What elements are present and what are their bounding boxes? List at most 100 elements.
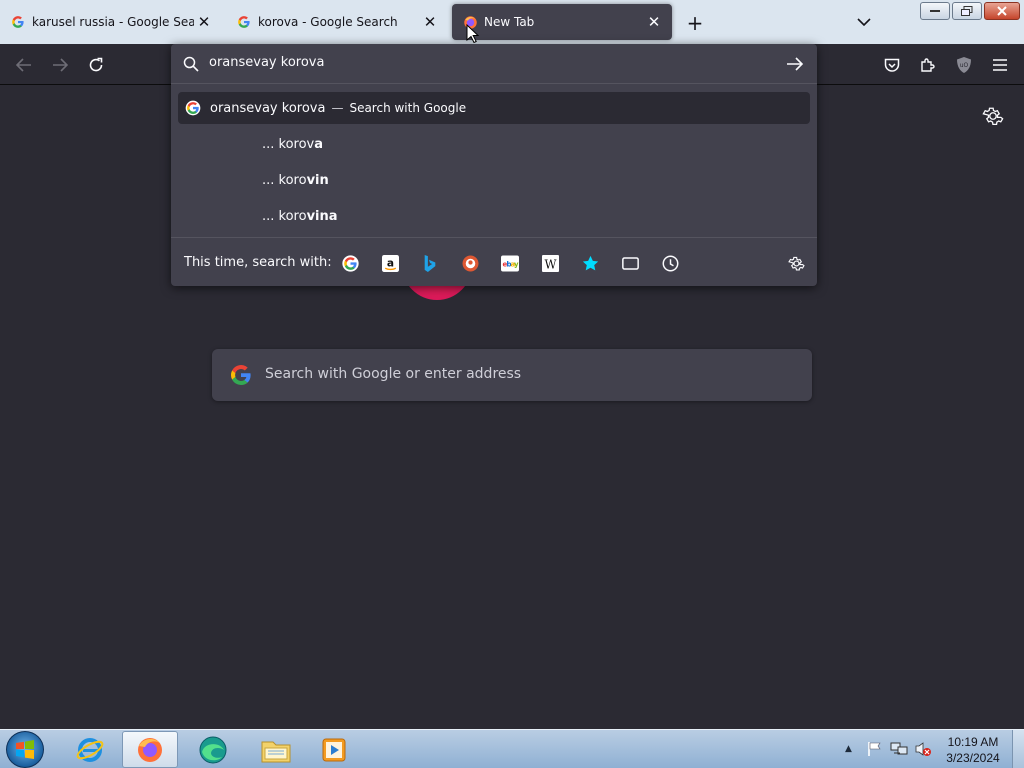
mouse-cursor-icon <box>466 24 480 44</box>
google-icon <box>10 14 26 30</box>
tab-title: New Tab <box>484 15 535 29</box>
google-icon <box>236 14 252 30</box>
gear-icon <box>982 107 1004 125</box>
go-arrow-icon[interactable] <box>786 56 804 72</box>
newtab-search-box[interactable]: Search with Google or enter address <box>212 349 812 401</box>
suggestion-completion: vina <box>306 209 338 224</box>
back-arrow-icon <box>16 58 31 72</box>
window-controls <box>920 2 1020 20</box>
show-desktop-button[interactable] <box>1012 730 1024 768</box>
taskbar-edge[interactable] <box>185 731 241 768</box>
svg-text:uO: uO <box>960 62 969 69</box>
ublock-shield-icon: uO <box>957 57 971 73</box>
edge-icon <box>199 736 227 763</box>
newtab-search-placeholder: Search with Google or enter address <box>265 366 522 382</box>
search-suggestion[interactable]: ... korovina <box>262 209 338 224</box>
tab-korova[interactable]: korova - Google Search ✕ <box>226 4 448 40</box>
search-bookmarks-button[interactable] <box>579 252 601 274</box>
result-query-text: oransevay korova <box>210 100 326 116</box>
engine-bing-button[interactable] <box>419 252 441 274</box>
clock-date: 3/23/2024 <box>946 751 1000 765</box>
gear-icon <box>787 256 805 271</box>
taskbar-file-explorer[interactable] <box>248 731 304 768</box>
suggestion-prefix: ... koro <box>262 173 307 188</box>
system-clock[interactable]: 10:19 AM 3/23/2024 <box>940 734 1006 766</box>
close-window-button[interactable] <box>984 2 1020 20</box>
suggestion-prefix: ... korov <box>262 137 315 152</box>
windows-taskbar: ▲ 10:19 AM 3/23/2024 <box>0 729 1024 768</box>
urlbar <box>171 44 817 84</box>
tab-strip: karusel russia - Google Search ✕ korova … <box>0 0 1024 44</box>
engine-ebay-button[interactable]: ebay <box>499 252 521 274</box>
clock-time: 10:19 AM <box>947 735 999 749</box>
search-settings-button[interactable] <box>785 252 807 274</box>
close-icon <box>997 6 1007 16</box>
bing-icon <box>424 254 436 272</box>
list-all-tabs-button[interactable] <box>852 12 876 32</box>
reload-icon <box>89 57 103 72</box>
back-button[interactable] <box>10 52 38 78</box>
volume-muted-icon[interactable] <box>914 741 932 757</box>
engine-amazon-button[interactable]: a <box>379 252 401 274</box>
wikipedia-icon: W <box>541 254 559 272</box>
urlbar-results-panel: oransevay korova — Search with Google ..… <box>171 44 817 286</box>
taskbar-firefox[interactable] <box>122 731 178 768</box>
svg-text:W: W <box>544 257 556 271</box>
engine-duckduckgo-button[interactable] <box>459 252 481 274</box>
close-tab-icon[interactable]: ✕ <box>420 12 440 32</box>
taskbar-media-player[interactable] <box>306 731 362 768</box>
tab-title: karusel russia - Google Search <box>32 15 194 29</box>
engine-google-button[interactable] <box>339 252 361 274</box>
bookmarks-star-icon <box>582 255 598 270</box>
forward-button[interactable] <box>46 52 74 78</box>
search-tabs-button[interactable] <box>619 252 641 274</box>
search-history-button[interactable] <box>659 252 681 274</box>
show-hidden-icons-button[interactable]: ▲ <box>845 744 852 754</box>
action-center-flag-icon[interactable] <box>866 741 884 757</box>
app-menu-button[interactable] <box>988 53 1012 77</box>
amazon-icon: a <box>381 254 399 272</box>
personalize-newtab-button[interactable] <box>982 105 1004 127</box>
windows-logo-icon <box>16 739 34 759</box>
google-icon <box>185 100 201 116</box>
heuristic-search-result[interactable]: oransevay korova — Search with Google <box>178 92 810 124</box>
history-clock-icon <box>662 255 678 271</box>
chevron-down-icon <box>857 18 871 26</box>
suggestion-prefix: ... koro <box>262 209 307 224</box>
restore-button[interactable] <box>952 2 982 20</box>
network-icon[interactable] <box>890 741 908 757</box>
minimize-icon <box>930 10 940 12</box>
extensions-button[interactable] <box>916 53 940 77</box>
result-action-text: Search with Google <box>349 101 467 115</box>
svg-text:y: y <box>514 260 519 268</box>
pocket-button[interactable] <box>880 53 904 77</box>
tab-karusel-russia[interactable]: karusel russia - Google Search ✕ <box>0 4 222 40</box>
google-icon <box>341 254 359 272</box>
search-suggestion[interactable]: ... korovin <box>262 173 329 188</box>
one-off-search-buttons: This time, search with: a ebay W <box>171 237 817 286</box>
taskbar-internet-explorer[interactable] <box>62 731 118 768</box>
search-suggestion[interactable]: ... korova <box>262 137 323 152</box>
start-button[interactable] <box>6 731 44 768</box>
puzzle-icon <box>921 58 935 72</box>
pocket-icon <box>884 58 900 72</box>
ublock-origin-button[interactable]: uO <box>952 53 976 77</box>
reload-button[interactable] <box>82 52 110 78</box>
new-tab-button[interactable]: + <box>683 11 707 35</box>
file-explorer-icon <box>261 741 291 762</box>
internet-explorer-icon <box>76 737 104 762</box>
minimize-button[interactable] <box>920 2 950 20</box>
suggestion-completion: a <box>314 137 324 152</box>
svg-text:a: a <box>386 256 393 269</box>
media-player-icon <box>322 738 346 761</box>
close-tab-icon[interactable]: ✕ <box>644 12 664 32</box>
google-icon <box>231 365 251 385</box>
engine-wikipedia-button[interactable]: W <box>539 252 561 274</box>
hamburger-menu-icon <box>993 59 1007 71</box>
urlbar-input[interactable] <box>209 55 769 70</box>
result-separator: — <box>331 101 344 115</box>
tab-title: korova - Google Search <box>258 15 398 29</box>
tab-new-tab[interactable]: New Tab ✕ <box>452 4 672 40</box>
close-tab-icon[interactable]: ✕ <box>194 12 214 32</box>
search-icon <box>183 56 199 72</box>
